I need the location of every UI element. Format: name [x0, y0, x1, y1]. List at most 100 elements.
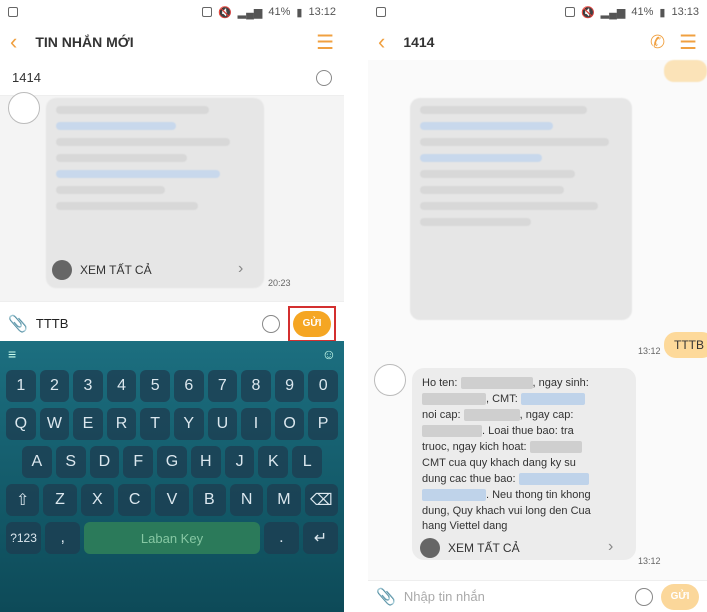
- sent-message-bubble[interactable]: TTTB: [664, 332, 707, 358]
- key[interactable]: ↵: [302, 522, 338, 554]
- attach-icon[interactable]: 📎: [8, 314, 28, 334]
- keyboard-row-bottom: ?123, Laban Key. ↵: [0, 519, 344, 557]
- reply-line-10: hang Viettel dang: [422, 520, 508, 533]
- key[interactable]: J: [224, 446, 255, 478]
- keyboard-row: QWERTYUIOP: [0, 405, 344, 443]
- key[interactable]: V: [155, 484, 189, 516]
- key[interactable]: X: [80, 484, 114, 516]
- right-screen: 🔇 ▂▄▆ 41% ▮ 13:13 ‹ 1414 ✆ ☰ TTTB 13:12: [368, 0, 707, 612]
- key[interactable]: Q: [6, 408, 36, 440]
- notification-icon: [8, 7, 18, 17]
- call-icon[interactable]: ✆: [650, 32, 665, 53]
- sent-message-text: TTTB: [674, 338, 704, 352]
- avatar: [8, 92, 40, 124]
- space-key[interactable]: Laban Key: [84, 522, 260, 554]
- key[interactable]: ⌫: [304, 484, 338, 516]
- app-bar: ‹ 1414 ✆ ☰: [368, 24, 707, 60]
- menu-icon[interactable]: ☰: [679, 30, 697, 55]
- key[interactable]: ?123: [6, 522, 42, 554]
- keyboard-row: ASDFGHJKL: [0, 443, 344, 481]
- key[interactable]: K: [258, 446, 289, 478]
- signal-icon: ▂▄▆: [237, 6, 263, 19]
- see-all-button[interactable]: XEM TẤT CẢ: [52, 260, 152, 280]
- chat-icon: [52, 260, 72, 280]
- key[interactable]: S: [55, 446, 86, 478]
- message-input[interactable]: TTTB: [36, 316, 254, 331]
- key[interactable]: Y: [173, 408, 204, 440]
- key[interactable]: F: [123, 446, 154, 478]
- recipient-field[interactable]: 1414: [0, 60, 344, 96]
- sent-message-bubble-blurred: [664, 60, 707, 82]
- key[interactable]: 7: [207, 370, 238, 402]
- emoji-icon[interactable]: [635, 587, 653, 606]
- message-input[interactable]: Nhập tin nhắn: [404, 589, 627, 604]
- key[interactable]: 2: [39, 370, 70, 402]
- see-all-button[interactable]: XEM TẤT CẢ: [420, 538, 520, 558]
- app-bar: ‹ TIN NHẮN MỚI ☰: [0, 24, 344, 60]
- contact-icon[interactable]: [316, 69, 332, 86]
- key[interactable]: 0: [308, 370, 338, 402]
- key[interactable]: W: [39, 408, 70, 440]
- message-list[interactable]: XEM TẤT CẢ › 20:23: [0, 92, 344, 301]
- key[interactable]: 5: [140, 370, 170, 402]
- key[interactable]: A: [22, 446, 52, 478]
- notification-icon: [376, 7, 386, 17]
- key[interactable]: ,: [45, 522, 81, 554]
- attach-icon[interactable]: 📎: [376, 587, 396, 607]
- key[interactable]: 8: [241, 370, 271, 402]
- keyboard-row: ⇧ Z X C V B N M ⌫: [0, 481, 344, 519]
- chat-icon: [420, 538, 440, 558]
- key[interactable]: 9: [274, 370, 305, 402]
- recipient-number: 1414: [12, 70, 41, 85]
- key[interactable]: 4: [106, 370, 137, 402]
- key[interactable]: R: [106, 408, 137, 440]
- key[interactable]: 1: [6, 370, 36, 402]
- key[interactable]: N: [229, 484, 264, 516]
- send-button[interactable]: GỬI: [293, 310, 331, 337]
- conversation[interactable]: TTTB 13:12 Ho ten: , ngay sinh: , CMT: n…: [368, 60, 707, 580]
- menu-icon[interactable]: ☰: [316, 30, 334, 55]
- key[interactable]: O: [274, 408, 305, 440]
- key[interactable]: E: [73, 408, 103, 440]
- keyboard-emoji-icon[interactable]: ☺: [322, 346, 336, 362]
- key[interactable]: D: [89, 446, 120, 478]
- key[interactable]: M: [267, 484, 301, 516]
- key[interactable]: Z: [43, 484, 77, 516]
- page-title: TIN NHẮN MỚI: [35, 34, 134, 50]
- see-all-label: XEM TẤT CẢ: [80, 263, 152, 277]
- battery-icon: ▮: [659, 6, 666, 19]
- key[interactable]: ⇧: [6, 484, 40, 516]
- left-screen: 🔇 ▂▄▆ 41% ▮ 13:12 ‹ TIN NHẮN MỚI ☰ 1414 …: [0, 0, 344, 612]
- key[interactable]: H: [190, 446, 221, 478]
- keyboard-toolbar: ≡ ☺: [0, 341, 344, 367]
- key[interactable]: G: [157, 446, 187, 478]
- reply-line-5: truoc, ngay kich hoat:: [422, 440, 527, 453]
- key[interactable]: .: [263, 522, 299, 554]
- key[interactable]: C: [117, 484, 152, 516]
- keyboard-row: 1234567890: [0, 367, 344, 405]
- key[interactable]: 3: [73, 370, 103, 402]
- key[interactable]: I: [241, 408, 271, 440]
- key-rows: 1 2 3 4 5 6 7 8 9 0 Q W E R T Y U I O P A S D F G H J K L ⇧ Z X C V B N M ⌫ ?1…: [0, 367, 344, 557]
- avatar: [374, 364, 406, 396]
- chevron-right-icon: ›: [608, 538, 614, 555]
- back-icon[interactable]: ‹: [378, 29, 385, 55]
- key[interactable]: T: [140, 408, 170, 440]
- send-button[interactable]: GỬI: [661, 583, 699, 610]
- key[interactable]: U: [207, 408, 238, 440]
- mute-icon: 🔇: [580, 6, 595, 19]
- key[interactable]: 6: [173, 370, 204, 402]
- received-message-bubble-blurred[interactable]: [410, 98, 632, 320]
- reply-line-1: Ho ten:: [422, 377, 458, 389]
- key[interactable]: P: [308, 408, 338, 440]
- key[interactable]: L: [292, 446, 323, 478]
- battery-icon: ▮: [296, 6, 303, 19]
- reply-line-6: CMT cua quy khach dang ky su: [422, 456, 576, 469]
- keyboard-menu-icon[interactable]: ≡: [8, 346, 16, 362]
- received-message-bubble[interactable]: Ho ten: , ngay sinh: , CMT: noi cap: , n…: [412, 368, 636, 560]
- emoji-icon[interactable]: [262, 314, 280, 333]
- sent-time: 13:12: [638, 346, 661, 356]
- key[interactable]: B: [192, 484, 226, 516]
- reply-line-1b: , ngay sinh:: [532, 377, 589, 389]
- back-icon[interactable]: ‹: [10, 29, 17, 55]
